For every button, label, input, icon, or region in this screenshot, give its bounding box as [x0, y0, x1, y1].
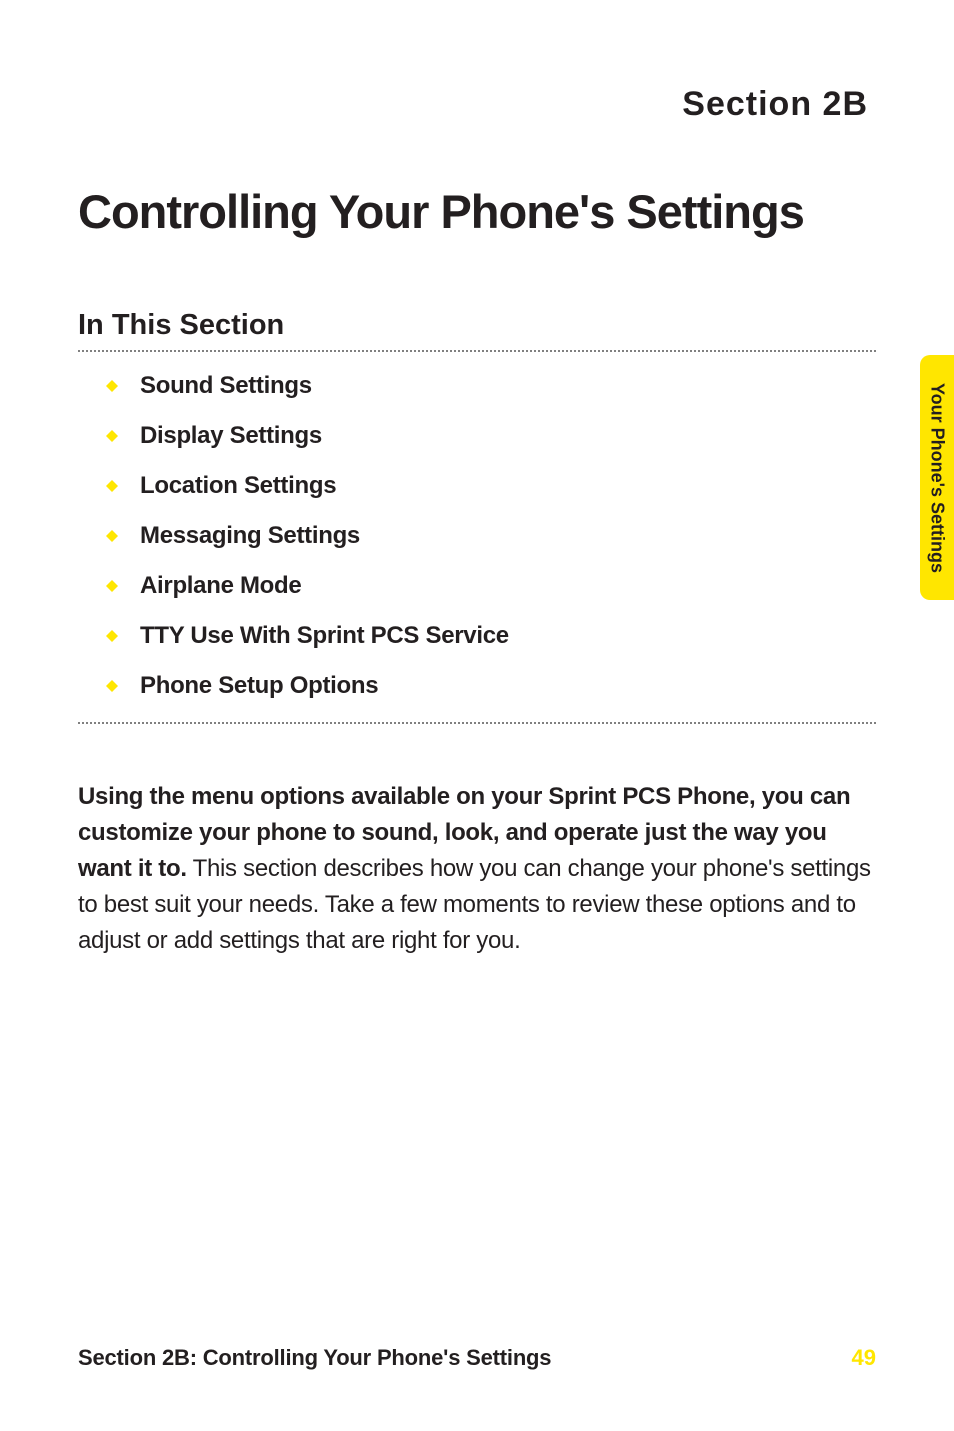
in-this-section-heading: In This Section [78, 309, 876, 342]
diamond-icon [106, 430, 118, 442]
diamond-icon [106, 530, 118, 542]
toc-item: Messaging Settings [78, 522, 876, 550]
divider-bottom [78, 722, 876, 724]
toc-item: Phone Setup Options [78, 672, 876, 700]
diamond-icon [106, 580, 118, 592]
divider-top [78, 350, 876, 352]
diamond-icon [106, 480, 118, 492]
diamond-icon [106, 680, 118, 692]
page-footer: Section 2B: Controlling Your Phone's Set… [78, 1345, 876, 1371]
toc-item: Display Settings [78, 422, 876, 450]
toc-list: Sound Settings Display Settings Location… [78, 372, 876, 700]
toc-label: Phone Setup Options [140, 672, 378, 700]
diamond-icon [106, 380, 118, 392]
toc-label: Location Settings [140, 472, 336, 500]
toc-item: Airplane Mode [78, 572, 876, 600]
toc-item: Sound Settings [78, 372, 876, 400]
toc-label: Display Settings [140, 422, 322, 450]
toc-label: Airplane Mode [140, 572, 301, 600]
body-paragraph: Using the menu options available on your… [78, 779, 876, 959]
toc-item: Location Settings [78, 472, 876, 500]
toc-label: Messaging Settings [140, 522, 360, 550]
diamond-icon [106, 630, 118, 642]
page-number: 49 [852, 1345, 876, 1371]
body-regular-text: This section describes how you can chang… [78, 855, 871, 954]
side-tab: Your Phone's Settings [920, 355, 954, 600]
toc-label: Sound Settings [140, 372, 312, 400]
toc-item: TTY Use With Sprint PCS Service [78, 622, 876, 650]
chapter-title: Controlling Your Phone's Settings [78, 184, 876, 239]
toc-label: TTY Use With Sprint PCS Service [140, 622, 509, 650]
side-tab-label: Your Phone's Settings [927, 383, 948, 573]
footer-title: Section 2B: Controlling Your Phone's Set… [78, 1345, 551, 1371]
section-label: Section 2B [78, 85, 868, 124]
